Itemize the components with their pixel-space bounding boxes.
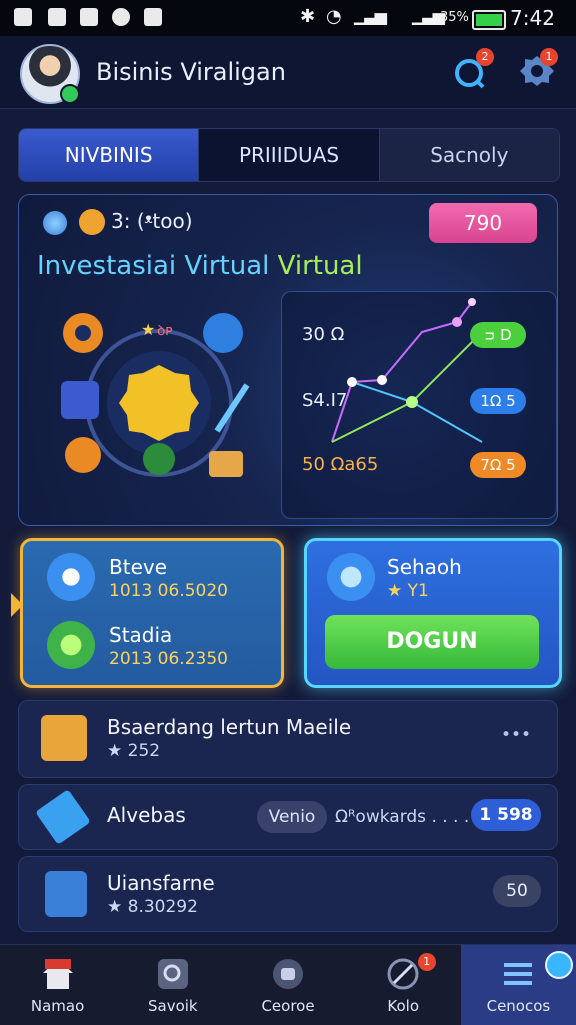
- list-item-rating: ★ 252: [107, 741, 161, 761]
- graph-pill-3[interactable]: 7Ω 5: [470, 452, 526, 478]
- tablet-icon: [45, 871, 87, 917]
- tools-icon: [387, 958, 419, 990]
- chat-icon: [273, 959, 303, 989]
- skills-orbit: ★ ꝺᴘ: [61, 313, 250, 477]
- notifications-button[interactable]: 2: [450, 48, 494, 92]
- count-chip[interactable]: 50: [493, 875, 541, 907]
- tag-chip[interactable]: Venio: [257, 801, 327, 833]
- shield-icon: [47, 621, 95, 669]
- network-graph: 30 Ω S4.I7 50 Ωa65 ᴝ D 1Ω 5 7Ω 5: [281, 291, 557, 519]
- stats-card[interactable]: Bteve 1013 06.5020 Stadia 2013 06.2350: [11, 538, 284, 688]
- list-item[interactable]: Uiansfarne ★ 8.30292 50: [18, 856, 558, 932]
- tab-social[interactable]: Sacnoly: [379, 129, 559, 181]
- nav-badge: 1: [417, 953, 436, 971]
- business-list: Bsaerdang lertun Maeile ★ 252 ••• Alveba…: [18, 700, 558, 932]
- signal-icon: ▁▃▅: [354, 6, 387, 25]
- hero-title: Investasiai Virtual Virtual: [37, 251, 363, 281]
- hammer-icon: [41, 715, 87, 761]
- settings-badge: 1: [540, 48, 558, 66]
- stat-2-value: 2013 06.2350: [109, 649, 228, 669]
- graph-label-3: 50 Ωa65: [302, 454, 379, 475]
- nav-search-label: Savoik: [147, 997, 198, 1015]
- investment-panel: 3: (ᵜtoo) 790 Investasiai Virtual Virtua…: [18, 194, 558, 526]
- calendar-icon: [144, 8, 162, 26]
- signal-icon-2: ▁▃▅: [412, 6, 445, 25]
- stat-1-title: Bteve: [109, 555, 168, 579]
- list-item[interactable]: Alvebas Venio Ωᴿowkards . . . . 1 598: [18, 784, 558, 850]
- compass-nav-icon: [47, 553, 95, 601]
- list-item-meta: Ωᴿowkards . . . .: [335, 807, 470, 827]
- home-icon: [42, 959, 73, 989]
- notification-icon: [14, 8, 32, 26]
- app-header: Bisinis Viraligan 2 1: [0, 36, 576, 109]
- nav-home-label: Namao: [30, 997, 85, 1015]
- settings-button[interactable]: 1: [516, 48, 558, 92]
- battery-percent: 35%: [440, 10, 469, 25]
- nav-tools-label: Kolo: [387, 997, 420, 1015]
- action-rating: ★ Y1: [387, 581, 429, 601]
- online-status-dot: [60, 84, 80, 104]
- compass-icon: [65, 437, 101, 473]
- score-pill[interactable]: 790: [429, 203, 537, 243]
- profile-badge-icon: [544, 951, 573, 979]
- list-item-title: Bsaerdang lertun Maeile: [107, 715, 352, 739]
- stat-1-value: 1013 06.5020: [109, 581, 228, 601]
- search-icon: [157, 959, 188, 989]
- list-item-title: Uiansfarne: [107, 871, 215, 895]
- begin-button[interactable]: DOGUN: [325, 615, 539, 669]
- star-gem-icon: [43, 211, 67, 235]
- nav-center[interactable]: Ceoroe: [230, 945, 345, 1025]
- coin-gear-icon: [79, 209, 105, 235]
- stat-2-title: Stadia: [109, 623, 173, 647]
- hero-title-part-1: Investasiai Virtual: [37, 251, 270, 281]
- wrench-icon: [35, 789, 91, 845]
- nav-home[interactable]: Namao: [0, 945, 115, 1025]
- app-title: Bisinis Viraligan: [96, 58, 286, 86]
- graph-pill-1[interactable]: ᴝ D: [470, 322, 526, 348]
- circle-app-icon: [112, 8, 130, 26]
- svg-text:ꝺᴘ: ꝺᴘ: [157, 323, 173, 339]
- action-card: Sehaoh ★ Y1 DOGUN: [304, 538, 562, 688]
- list-item-rating: ★ 8.30292: [107, 897, 198, 917]
- clock: 7:42: [510, 6, 555, 30]
- hero-meta: 3: (ᵜtoo): [111, 209, 193, 233]
- notification-badge: 2: [476, 48, 494, 66]
- tab-products[interactable]: PRIIIDUAS: [199, 129, 380, 181]
- menu-icon: [504, 963, 533, 985]
- svg-text:★: ★: [141, 320, 155, 339]
- gold-gear-icon: [119, 365, 199, 441]
- globe-icon: [143, 443, 175, 475]
- value-chip[interactable]: 1 598: [471, 799, 541, 831]
- tab-bar: NIVBINIS PRIIIDUAS Sacnoly: [18, 128, 560, 182]
- more-options-icon[interactable]: •••: [501, 725, 531, 745]
- nav-center-label: Ceoroe: [261, 997, 315, 1015]
- nav-menu[interactable]: Cenocos: [460, 945, 576, 1025]
- card-pointer: [11, 593, 23, 617]
- blue-gear-icon: [203, 313, 243, 353]
- bottom-nav: Namao Savoik Ceoroe 1 Kolo Cenocos: [0, 944, 576, 1025]
- nav-menu-label: Cenocos: [486, 997, 551, 1015]
- bluetooth-icon: ✱: [300, 6, 316, 27]
- list-item-title: Alvebas: [107, 803, 186, 827]
- list-item[interactable]: Bsaerdang lertun Maeile ★ 252 •••: [18, 700, 558, 778]
- box-icon: [209, 451, 243, 477]
- graph-label-1: 30 Ω: [302, 324, 345, 345]
- status-bar: ✱ ◔ ▁▃▅ ▁▃▅ 35% 7:42: [0, 0, 576, 36]
- app-n-icon: [80, 8, 98, 26]
- mail-icon: [48, 8, 66, 26]
- gear-badge-icon: [327, 553, 375, 601]
- nav-search[interactable]: Savoik: [115, 945, 230, 1025]
- tab-business[interactable]: NIVBINIS: [19, 129, 200, 181]
- wifi-icon: ◔: [326, 6, 342, 27]
- hero-title-part-2: Virtual: [277, 251, 363, 281]
- document-icon: [61, 381, 99, 419]
- nav-tools[interactable]: 1 Kolo: [346, 945, 461, 1025]
- graph-label-2: S4.I7: [302, 390, 348, 411]
- action-title: Sehaoh: [387, 555, 462, 579]
- battery-icon: [472, 10, 506, 30]
- graph-pill-2[interactable]: 1Ω 5: [470, 388, 526, 414]
